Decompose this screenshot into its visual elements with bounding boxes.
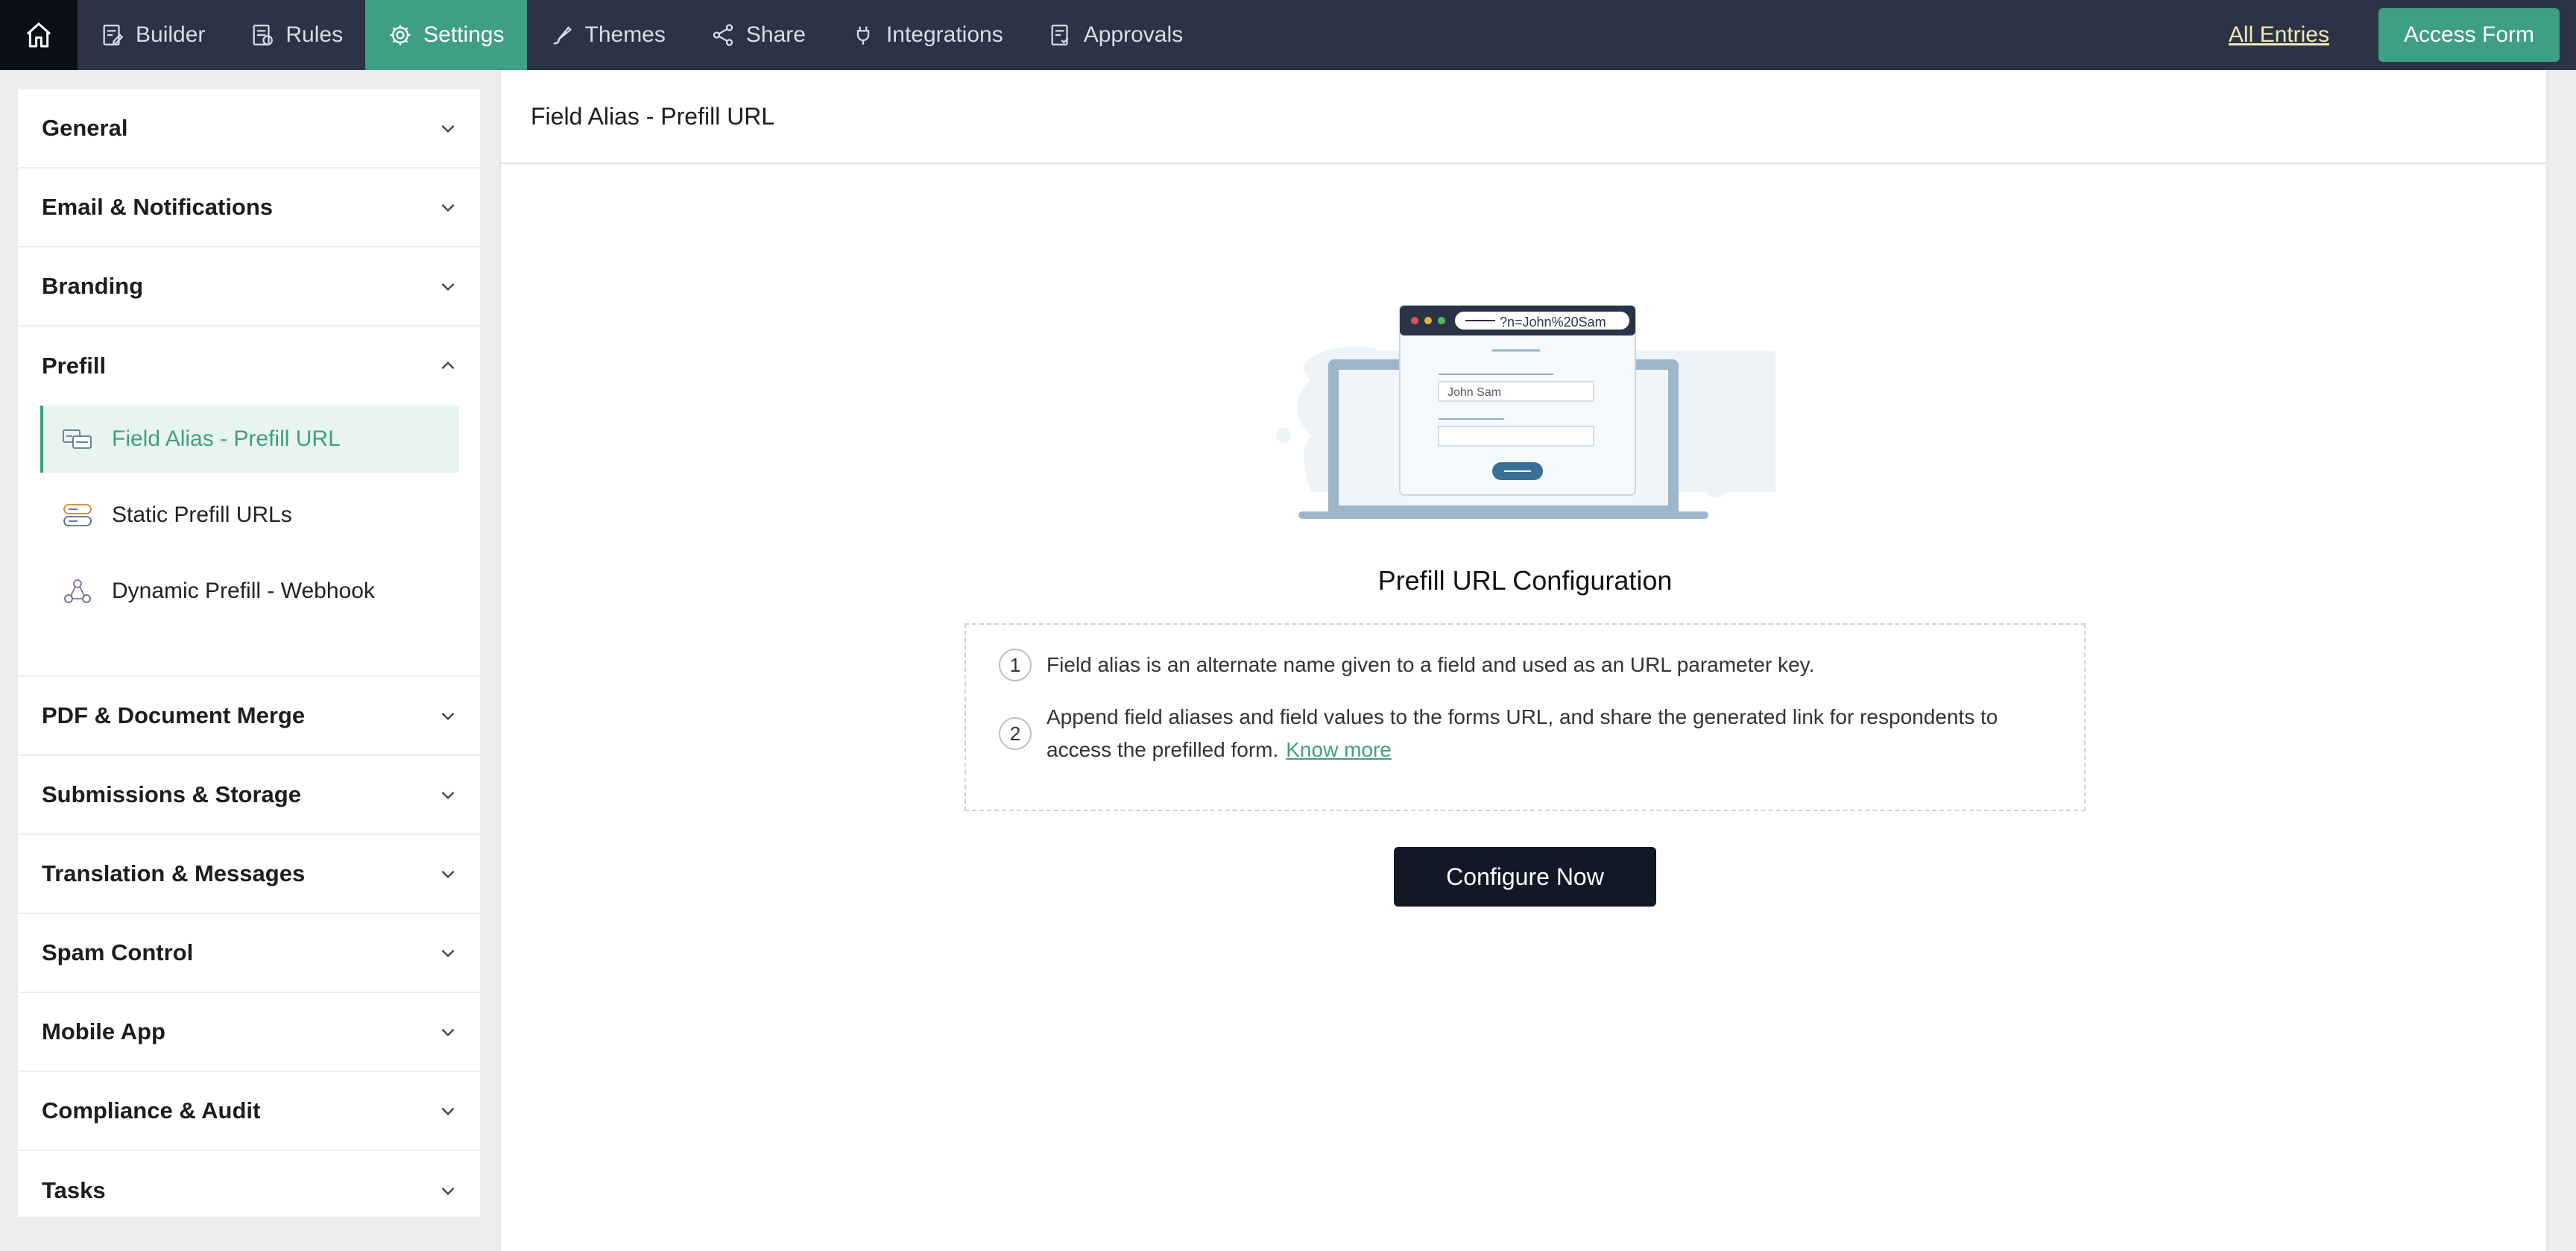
all-entries-link[interactable]: All Entries bbox=[2229, 22, 2329, 48]
nav-themes[interactable]: Themes bbox=[527, 0, 688, 70]
sidebar-section-translation-messages[interactable]: Translation & Messages bbox=[18, 835, 480, 914]
sidebar-section-branding[interactable]: Branding bbox=[18, 248, 480, 327]
prefill-illustration: ?n=John%20Sam John Sam bbox=[1276, 305, 1775, 519]
know-more-link[interactable]: Know more bbox=[1286, 738, 1392, 761]
nav-share[interactable]: Share bbox=[688, 0, 828, 70]
webhook-icon bbox=[64, 579, 91, 603]
step-text-wrap: Append field aliases and field values to… bbox=[1046, 701, 2054, 766]
sidebar-section-label: Branding bbox=[42, 273, 144, 299]
sidebar-item-label: Field Alias - Prefill URL bbox=[112, 426, 341, 451]
static-prefill-icon bbox=[63, 504, 92, 526]
sidebar-section-label: Compliance & Audit bbox=[42, 1097, 261, 1124]
builder-icon bbox=[103, 25, 124, 45]
sidebar-section-label: PDF & Document Merge bbox=[42, 702, 306, 728]
step-text: Field alias is an alternate name given t… bbox=[1046, 653, 1815, 676]
top-navigation-bar: Builder Rules Settings Themes Share Inte… bbox=[0, 0, 2576, 70]
sidebar-section-label: Mobile App bbox=[42, 1018, 165, 1044]
sidebar-section-mobile-app[interactable]: Mobile App bbox=[18, 993, 480, 1072]
sidebar-item-label: Static Prefill URLs bbox=[112, 502, 292, 527]
chevron-down-icon bbox=[441, 712, 455, 721]
sidebar-section-label: Prefill bbox=[42, 353, 107, 379]
sidebar-item-static-prefill[interactable]: Static Prefill URLs bbox=[40, 482, 459, 549]
nav-builder-label: Builder bbox=[136, 22, 206, 47]
nav-settings[interactable]: Settings bbox=[365, 0, 527, 70]
sidebar-section-tasks[interactable]: Tasks bbox=[18, 1151, 480, 1230]
sidebar-item-field-alias[interactable]: Field Alias - Prefill URL bbox=[40, 406, 459, 473]
nav-approvals[interactable]: Approvals bbox=[1026, 0, 1205, 70]
chevron-down-icon bbox=[441, 204, 455, 212]
sidebar-item-dynamic-prefill[interactable]: Dynamic Prefill - Webhook bbox=[40, 558, 459, 625]
main-nav: Builder Rules Settings Themes Share Inte… bbox=[78, 0, 1205, 70]
sidebar-section-prefill-header[interactable]: Prefill bbox=[18, 327, 480, 406]
nav-builder[interactable]: Builder bbox=[78, 0, 227, 70]
nav-settings-label: Settings bbox=[423, 22, 505, 47]
sidebar-section-prefill: Prefill Field Alias - Prefill URL Static… bbox=[18, 327, 480, 677]
chevron-down-icon bbox=[441, 283, 455, 292]
page-title: Field Alias - Prefill URL bbox=[501, 70, 2546, 164]
chevron-down-icon bbox=[441, 1187, 455, 1196]
nav-rules[interactable]: Rules bbox=[227, 0, 365, 70]
step-number: 2 bbox=[999, 717, 1032, 750]
plug-icon bbox=[856, 26, 870, 45]
sidebar-section-general[interactable]: General bbox=[18, 89, 480, 168]
info-steps-box: 1 Field alias is an alternate name given… bbox=[965, 623, 2086, 811]
step-text: Append field aliases and field values to… bbox=[1046, 705, 1998, 761]
step-2: 2 Append field aliases and field values … bbox=[999, 701, 2054, 766]
illustration-url-text: ?n=John%20Sam bbox=[1500, 315, 1606, 330]
nav-approvals-label: Approvals bbox=[1083, 22, 1184, 47]
sidebar-section-label: Translation & Messages bbox=[42, 860, 306, 886]
step-number: 1 bbox=[999, 649, 1032, 681]
sidebar-section-label: Tasks bbox=[42, 1177, 106, 1203]
chevron-down-icon bbox=[441, 791, 455, 800]
nav-themes-label: Themes bbox=[584, 22, 666, 47]
home-button[interactable] bbox=[0, 0, 78, 70]
access-form-button[interactable]: Access Form bbox=[2378, 8, 2560, 62]
illustration-field-value: John Sam bbox=[1448, 386, 1501, 399]
field-alias-icon bbox=[63, 429, 92, 449]
configure-now-button[interactable]: Configure Now bbox=[1394, 847, 1656, 907]
sidebar-section-pdf-document-merge[interactable]: PDF & Document Merge bbox=[18, 677, 480, 756]
sidebar-section-label: Spam Control bbox=[42, 939, 194, 965]
home-icon bbox=[27, 22, 51, 48]
chevron-down-icon bbox=[441, 949, 455, 958]
rules-icon bbox=[253, 25, 274, 45]
settings-sidebar: General Email & Notifications Branding P… bbox=[18, 89, 480, 1217]
chevron-up-icon bbox=[441, 361, 455, 370]
nav-integrations[interactable]: Integrations bbox=[828, 0, 1026, 70]
nav-rules-label: Rules bbox=[285, 22, 344, 47]
sidebar-section-email-notifications[interactable]: Email & Notifications bbox=[18, 168, 480, 248]
chevron-down-icon bbox=[441, 1028, 455, 1037]
approvals-icon bbox=[1051, 25, 1069, 45]
sidebar-section-submissions-storage[interactable]: Submissions & Storage bbox=[18, 756, 480, 835]
chevron-down-icon bbox=[441, 870, 455, 879]
chevron-down-icon bbox=[441, 1107, 455, 1116]
sidebar-section-label: Submissions & Storage bbox=[42, 781, 301, 807]
chevron-down-icon bbox=[441, 125, 455, 133]
sidebar-item-label: Dynamic Prefill - Webhook bbox=[112, 579, 375, 603]
step-1: 1 Field alias is an alternate name given… bbox=[999, 649, 2054, 681]
topbar-actions: All Entries Access Form bbox=[2229, 0, 2576, 70]
nav-integrations-label: Integrations bbox=[886, 22, 1003, 47]
sidebar-section-label: General bbox=[42, 115, 128, 141]
nav-share-label: Share bbox=[745, 22, 806, 47]
brush-icon bbox=[553, 26, 572, 45]
main-content: Field Alias - Prefill URL ?n=John%20Sam … bbox=[499, 70, 2548, 1251]
sidebar-section-compliance-audit[interactable]: Compliance & Audit bbox=[18, 1072, 480, 1151]
sidebar-section-label: Email & Notifications bbox=[42, 194, 274, 220]
config-title: Prefill URL Configuration bbox=[1377, 565, 1673, 596]
sidebar-section-spam-control[interactable]: Spam Control bbox=[18, 914, 480, 993]
gear-icon bbox=[390, 25, 411, 45]
share-icon bbox=[713, 24, 733, 46]
